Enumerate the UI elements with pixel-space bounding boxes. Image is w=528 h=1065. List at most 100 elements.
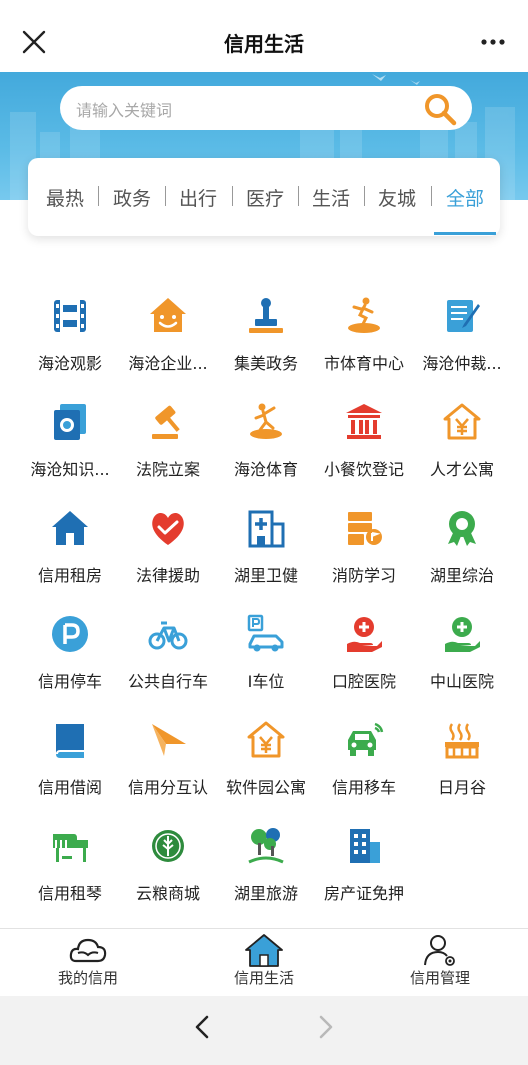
service-label: 信用租琴 — [37, 884, 102, 903]
service-haicang-sports[interactable]: 海沧体育 — [216, 402, 316, 502]
book-icon — [56, 724, 84, 758]
top-bar: 信用生活 — [0, 0, 528, 72]
service-riyuegu[interactable]: 日月谷 — [412, 720, 512, 820]
search-bar[interactable]: 请输入关键词 — [60, 86, 472, 130]
car-signal-icon — [348, 722, 384, 756]
piano-icon — [53, 834, 88, 862]
service-legal-aid[interactable]: 法律援助 — [118, 508, 218, 608]
stamp-icon — [249, 298, 283, 333]
service-haicang-enterprise[interactable]: 海沧企业... — [118, 296, 218, 396]
nav-credit-life[interactable]: 信用生活 — [176, 929, 352, 997]
service-credit-mutual-recognition[interactable]: 信用分互认 — [118, 720, 218, 820]
service-label: 消防学习 — [331, 566, 396, 585]
service-huli-comprehensive[interactable]: 湖里综治 — [412, 508, 512, 608]
service-dental-hospital[interactable]: 口腔医院 — [314, 614, 414, 714]
service-talent-apartment[interactable]: 人才公寓 — [412, 402, 512, 502]
medical-hand-green-icon — [445, 617, 480, 652]
service-label: 口腔医院 — [331, 672, 396, 691]
more-options-icon[interactable] — [480, 32, 506, 52]
search-icon[interactable] — [422, 92, 458, 126]
tab-medical[interactable]: 医疗 — [246, 184, 284, 211]
service-label: 信用分互认 — [127, 778, 208, 797]
service-small-catering-registration[interactable]: 小餐饮登记 — [314, 402, 414, 502]
service-label: 海沧企业... — [128, 354, 208, 373]
service-huli-health[interactable]: 湖里卫健 — [216, 508, 316, 608]
service-i-parking-space[interactable]: I车位 — [216, 614, 316, 714]
service-credit-piano-rental[interactable]: 信用租琴 — [20, 826, 120, 926]
service-haicang-ip[interactable]: 海沧知识... — [20, 402, 120, 502]
service-label: 法院立案 — [135, 460, 200, 479]
nav-label: 我的信用 — [57, 969, 118, 987]
service-jimei-government[interactable]: 集美政务 — [216, 296, 316, 396]
browser-toolbar — [0, 996, 528, 1065]
service-haicang-arbitration[interactable]: 海沧仲裁... — [412, 296, 512, 396]
service-label: 房产证免押 — [323, 884, 404, 903]
category-tabs: 最热 政务 出行 医疗 生活 友城 全部 — [28, 158, 500, 236]
tab-government[interactable]: 政务 — [113, 184, 151, 211]
service-label: 湖里旅游 — [233, 884, 298, 903]
service-city-sports-center[interactable]: 市体育中心 — [314, 296, 414, 396]
service-label: 小餐饮登记 — [323, 460, 404, 479]
smile-house-icon — [150, 298, 186, 332]
film-icon — [54, 300, 86, 332]
service-credit-parking[interactable]: 信用停车 — [20, 614, 120, 714]
heart-hands-icon — [152, 512, 184, 545]
service-label: 人才公寓 — [429, 460, 494, 479]
chevron-left-icon[interactable] — [190, 1012, 216, 1042]
service-label: 法律援助 — [135, 566, 200, 585]
user-gear-icon — [424, 935, 455, 966]
parking-car-icon — [247, 614, 284, 652]
service-label: 日月谷 — [437, 778, 486, 797]
tab-divider — [165, 186, 166, 206]
service-credit-borrowing[interactable]: 信用借阅 — [20, 720, 120, 820]
award-badge-icon — [448, 511, 476, 546]
service-label: I车位 — [247, 672, 285, 691]
service-haicang-movie[interactable]: 海沧观影 — [20, 296, 120, 396]
yen-house-icon — [247, 721, 285, 758]
office-building-icon — [350, 829, 380, 863]
service-label: 软件园公寓 — [225, 778, 306, 797]
service-credit-car-move[interactable]: 信用移车 — [314, 720, 414, 820]
hospital-building-icon — [248, 510, 285, 548]
service-software-park-apartment[interactable]: 软件园公寓 — [216, 720, 316, 820]
service-label: 海沧体育 — [233, 460, 298, 479]
yen-house-icon — [443, 403, 481, 440]
tab-sister-city[interactable]: 友城 — [378, 184, 416, 211]
service-label: 公共自行车 — [127, 672, 208, 691]
tab-divider — [232, 186, 233, 206]
gavel-icon — [152, 405, 180, 439]
grain-icon — [152, 830, 184, 862]
nav-my-credit[interactable]: 我的信用 — [0, 929, 176, 997]
tab-life[interactable]: 生活 — [312, 184, 350, 211]
tab-hot[interactable]: 最热 — [46, 184, 84, 211]
service-label: 海沧知识... — [30, 460, 110, 479]
home-icon — [245, 934, 283, 967]
service-property-certificate-deposit-free[interactable]: 房产证免押 — [314, 826, 414, 926]
tab-divider — [98, 186, 99, 206]
service-court-filing[interactable]: 法院立案 — [118, 402, 218, 502]
medical-hand-icon — [347, 617, 382, 652]
service-fire-safety-learning[interactable]: 消防学习 — [314, 508, 414, 608]
service-huli-tourism[interactable]: 湖里旅游 — [216, 826, 316, 926]
tab-travel[interactable]: 出行 — [179, 184, 217, 211]
hot-spring-icon — [445, 723, 479, 759]
tab-divider — [364, 186, 365, 206]
chevron-right-icon[interactable] — [312, 1012, 338, 1042]
service-credit-rental[interactable]: 信用租房 — [20, 508, 120, 608]
nav-credit-management[interactable]: 信用管理 — [352, 929, 528, 997]
tab-all[interactable]: 全部 — [446, 184, 484, 211]
service-label: 海沧仲裁... — [422, 354, 502, 373]
nav-label: 信用生活 — [233, 969, 294, 987]
active-tab-indicator — [434, 232, 496, 235]
trees-icon — [248, 828, 284, 864]
service-label: 海沧观影 — [37, 354, 102, 373]
paper-plane-icon — [152, 724, 186, 756]
tab-divider — [431, 186, 432, 206]
service-zhongshan-hospital[interactable]: 中山医院 — [412, 614, 512, 714]
nav-label: 信用管理 — [409, 969, 470, 987]
service-public-bike[interactable]: 公共自行车 — [118, 614, 218, 714]
service-yunliang-mall[interactable]: 云粮商城 — [118, 826, 218, 926]
service-label: 信用移车 — [331, 778, 396, 797]
service-label: 信用借阅 — [37, 778, 102, 797]
tab-divider — [298, 186, 299, 206]
